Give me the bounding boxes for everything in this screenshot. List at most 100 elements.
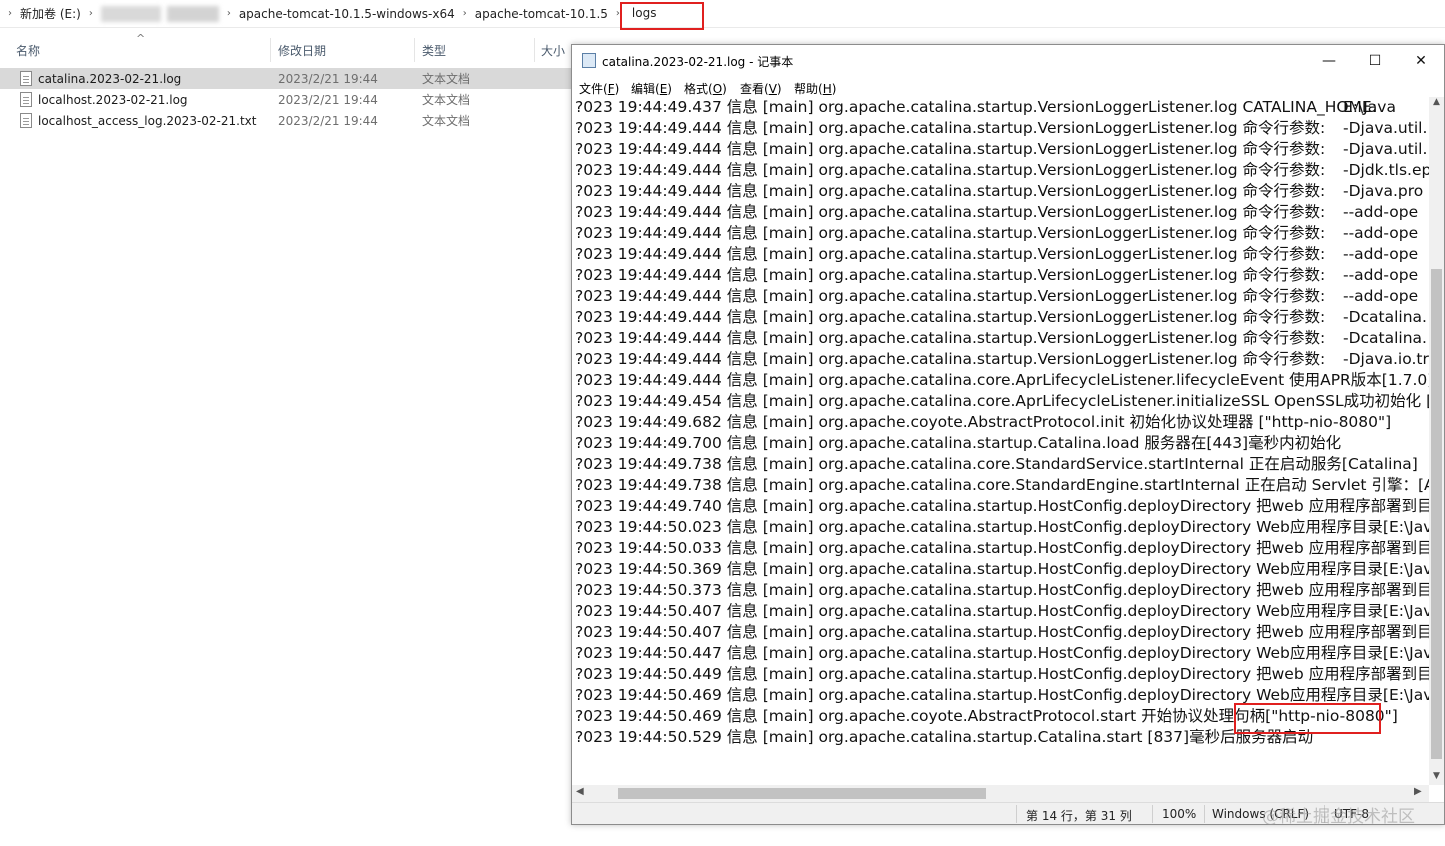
log-line-value: -Dcatalina. bbox=[1343, 329, 1427, 347]
menu-help[interactable]: 帮助(H) bbox=[794, 80, 836, 97]
log-line-text: ?023 19:44:49.454 信息 [main] org.apache.c… bbox=[575, 392, 1429, 410]
column-divider[interactable] bbox=[270, 38, 271, 62]
file-date: 2023/2/21 19:44 bbox=[278, 92, 378, 107]
log-line-value: E:\Java bbox=[1343, 98, 1396, 116]
file-type: 文本文档 bbox=[422, 93, 471, 107]
text-file-icon bbox=[20, 71, 32, 86]
status-divider bbox=[1204, 805, 1205, 823]
close-button[interactable]: ✕ bbox=[1398, 45, 1444, 77]
menu-accelerator: F bbox=[607, 82, 615, 96]
log-line-text: ?023 19:44:49.444 信息 [main] org.apache.c… bbox=[575, 224, 1326, 242]
screen: › 新加卷 (E:) › › apache-tomcat-10.1.5-wind… bbox=[0, 0, 1445, 846]
menu-label: 编辑( bbox=[631, 82, 660, 96]
menu-edit[interactable]: 编辑(E) bbox=[631, 80, 672, 97]
text-file-icon bbox=[20, 113, 32, 128]
log-line-value: --add-ope bbox=[1343, 266, 1419, 284]
log-line-text: ?023 19:44:49.738 信息 [main] org.apache.c… bbox=[575, 455, 1418, 473]
log-line-text: ?023 19:44:50.407 信息 [main] org.apache.c… bbox=[575, 602, 1429, 620]
log-line-text: ?023 19:44:49.444 信息 [main] org.apache.c… bbox=[575, 308, 1326, 326]
maximize-button[interactable]: ☐ bbox=[1352, 45, 1398, 77]
scroll-up-icon[interactable]: ▲ bbox=[1429, 97, 1444, 107]
vertical-scrollbar[interactable]: ▲ ▼ bbox=[1429, 97, 1444, 785]
log-line-value: --add-ope bbox=[1343, 203, 1419, 221]
breadcrumb-blurred bbox=[166, 5, 219, 22]
log-line-value: -Djava.util. bbox=[1343, 119, 1428, 137]
cursor-position: 第 14 行，第 31 列 bbox=[1026, 809, 1132, 823]
log-line-text: ?023 19:44:49.738 信息 [main] org.apache.c… bbox=[575, 476, 1429, 494]
log-line-text: ?023 19:44:49.444 信息 [main] org.apache.c… bbox=[575, 140, 1326, 158]
log-line-text: ?023 19:44:50.023 信息 [main] org.apache.c… bbox=[575, 518, 1429, 536]
log-line-value: -Djava.util. bbox=[1343, 140, 1428, 158]
log-line-value: --add-ope bbox=[1343, 287, 1419, 305]
zoom-level: 100% bbox=[1162, 807, 1197, 821]
file-type: 文本文档 bbox=[422, 72, 471, 86]
column-date[interactable]: 修改日期 bbox=[278, 42, 326, 59]
menu-format[interactable]: 格式(O) bbox=[684, 80, 727, 97]
column-type[interactable]: 类型 bbox=[422, 42, 446, 59]
scroll-down-icon[interactable]: ▼ bbox=[1429, 771, 1444, 781]
menu-label-end: ) bbox=[831, 82, 837, 96]
text-file-icon bbox=[20, 92, 32, 107]
log-line-text: ?023 19:44:50.449 信息 [main] org.apache.c… bbox=[575, 665, 1429, 683]
log-line-text: ?023 19:44:50.529 信息 [main] org.apache.c… bbox=[575, 728, 1314, 746]
column-divider[interactable] bbox=[534, 38, 535, 62]
minimize-button[interactable]: — bbox=[1306, 45, 1352, 77]
menu-label-end: ) bbox=[722, 82, 727, 96]
menu-label: 文件( bbox=[579, 82, 608, 96]
menu-file[interactable]: 文件(F) bbox=[579, 80, 619, 97]
log-line-value: -Djdk.tls.ep bbox=[1343, 161, 1429, 179]
scroll-left-icon[interactable]: ◀ bbox=[576, 786, 584, 797]
file-row[interactable]: catalina.2023-02-21.log 2023/2/21 19:44 … bbox=[0, 68, 572, 89]
log-line-text: ?023 19:44:49.444 信息 [main] org.apache.c… bbox=[575, 161, 1326, 179]
menu-accelerator: H bbox=[822, 82, 832, 96]
notepad-icon bbox=[582, 53, 596, 68]
text-editor[interactable]: ?023 19:44:49.437 信息 [main] org.apache.c… bbox=[572, 97, 1429, 785]
file-type: 文本文档 bbox=[422, 114, 471, 128]
file-name: localhost.2023-02-21.log bbox=[38, 92, 188, 107]
log-line-value: -Djava.pro bbox=[1343, 182, 1424, 200]
breadcrumb-tomcat[interactable]: apache-tomcat-10.1.5 bbox=[475, 7, 608, 21]
address-bar[interactable]: › 新加卷 (E:) › › apache-tomcat-10.1.5-wind… bbox=[0, 0, 1445, 30]
column-name[interactable]: 名称 bbox=[16, 42, 40, 59]
breadcrumb-drive[interactable]: 新加卷 (E:) bbox=[20, 5, 81, 22]
log-line-value: --add-ope bbox=[1343, 245, 1419, 263]
log-line-value: --add-ope bbox=[1343, 224, 1419, 242]
log-line-text: ?023 19:44:49.444 信息 [main] org.apache.c… bbox=[575, 182, 1326, 200]
log-line-text: ?023 19:44:49.444 信息 [main] org.apache.c… bbox=[575, 287, 1326, 305]
log-line-text: ?023 19:44:49.682 信息 [main] org.apache.c… bbox=[575, 413, 1392, 431]
status-divider bbox=[1016, 805, 1017, 823]
log-line-text: ?023 19:44:49.444 信息 [main] org.apache.c… bbox=[575, 119, 1326, 137]
scroll-thumb[interactable] bbox=[1431, 269, 1442, 759]
column-divider[interactable] bbox=[414, 38, 415, 62]
breadcrumb-logs[interactable]: logs bbox=[619, 1, 705, 30]
chevron-right-icon: › bbox=[88, 8, 93, 19]
file-list: catalina.2023-02-21.log 2023/2/21 19:44 … bbox=[0, 68, 572, 131]
title-bar[interactable]: catalina.2023-02-21.log - 记事本 — ☐ ✕ bbox=[572, 45, 1444, 77]
menu-view[interactable]: 查看(V) bbox=[740, 80, 782, 97]
file-row[interactable]: localhost.2023-02-21.log 2023/2/21 19:44… bbox=[0, 89, 572, 110]
breadcrumb-tomcat-x64[interactable]: apache-tomcat-10.1.5-windows-x64 bbox=[239, 7, 455, 21]
horizontal-scrollbar[interactable]: ◀ ▶ bbox=[572, 785, 1429, 802]
log-line-text: ?023 19:44:49.444 信息 [main] org.apache.c… bbox=[575, 371, 1429, 389]
log-line-text: ?023 19:44:49.437 信息 [main] org.apache.c… bbox=[575, 98, 1377, 116]
log-line-text: ?023 19:44:50.369 信息 [main] org.apache.c… bbox=[575, 560, 1429, 578]
sort-up-icon: ^ bbox=[136, 32, 146, 45]
scroll-thumb[interactable] bbox=[618, 788, 986, 799]
menu-label: 帮助( bbox=[794, 82, 823, 96]
menu-accelerator: O bbox=[712, 82, 723, 96]
watermark: @稀土掘金技术社区 bbox=[1262, 807, 1415, 827]
log-line-value: -Dcatalina. bbox=[1343, 308, 1427, 326]
breadcrumb-blurred bbox=[100, 5, 161, 22]
menu-label-end: ) bbox=[614, 82, 620, 96]
scroll-right-icon[interactable]: ▶ bbox=[1414, 786, 1422, 797]
column-size[interactable]: 大小 bbox=[541, 42, 565, 59]
column-header: ^ 名称 修改日期 类型 大小 bbox=[0, 32, 572, 62]
menu-accelerator: V bbox=[768, 82, 777, 96]
file-name: catalina.2023-02-21.log bbox=[38, 71, 182, 86]
window-title: catalina.2023-02-21.log - 记事本 bbox=[602, 55, 794, 69]
file-row[interactable]: localhost_access_log.2023-02-21.txt 2023… bbox=[0, 110, 572, 131]
log-line-text: ?023 19:44:50.447 信息 [main] org.apache.c… bbox=[575, 644, 1429, 662]
chevron-right-icon: › bbox=[226, 8, 231, 19]
log-line-text: ?023 19:44:49.700 信息 [main] org.apache.c… bbox=[575, 434, 1342, 452]
log-line-value: -Djava.io.tr bbox=[1343, 350, 1429, 368]
